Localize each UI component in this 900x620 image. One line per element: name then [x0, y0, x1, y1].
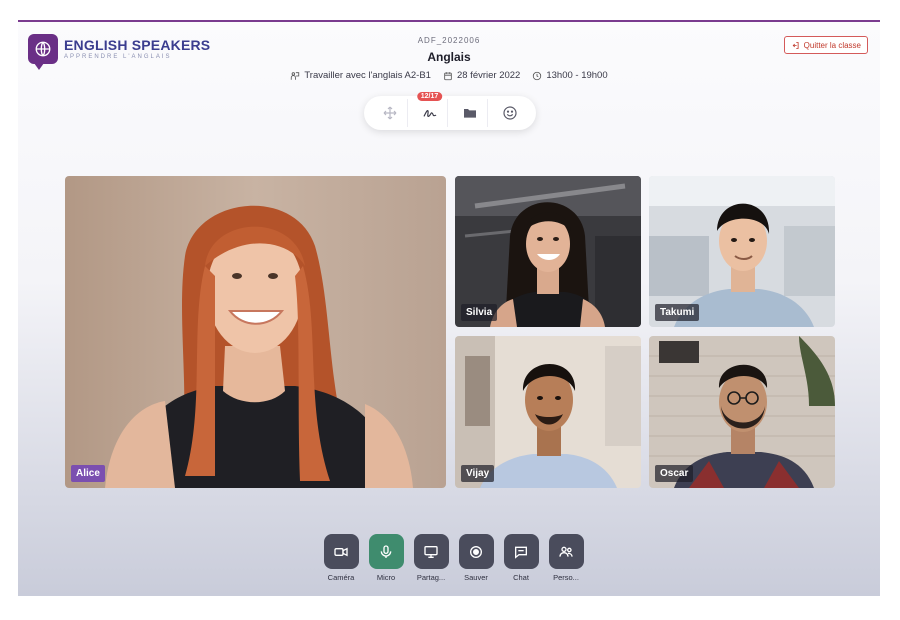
chat-button[interactable]: Chat: [503, 534, 539, 582]
virtual-classroom-window: ENGLISH SPEAKERS APPRENDRE L'ANGLAIS ADF…: [18, 20, 880, 596]
call-controls: Caméra Micro Partag... Sauver Chat Perso…: [323, 534, 584, 582]
microphone-button[interactable]: Micro: [368, 534, 404, 582]
signature-tool-button[interactable]: 12/17: [412, 92, 448, 127]
screen-share-button[interactable]: Partag...: [413, 534, 449, 582]
session-meta: Travailler avec l'anglais A2-B1 28 févri…: [18, 70, 880, 81]
record-icon: [470, 545, 482, 558]
participant-name-tag: Oscar: [655, 465, 694, 482]
screen-share-label: Partag...: [416, 573, 446, 582]
record-button[interactable]: Sauver: [458, 534, 494, 582]
clock-icon: [533, 71, 542, 80]
time-meta: 13h00 - 19h00: [532, 70, 608, 81]
participant-video-feed: [65, 176, 446, 488]
folder-icon: [463, 109, 476, 118]
video-tile-silvia[interactable]: Silvia: [455, 176, 641, 327]
chat-toggle[interactable]: [503, 534, 539, 569]
signature-icon: [422, 110, 436, 117]
quit-class-button[interactable]: Quitter la classe: [783, 36, 868, 54]
quit-class-label: Quitter la classe: [803, 40, 861, 50]
chat-label: Chat: [513, 573, 529, 582]
video-tile-takumi[interactable]: Takumi: [649, 176, 835, 327]
session-subject: Anglais: [427, 50, 471, 64]
smiley-icon: [503, 106, 517, 120]
folder-tool-button[interactable]: [452, 99, 488, 127]
video-tile-oscar[interactable]: Oscar: [649, 336, 835, 488]
participant-name-tag: Vijay: [461, 465, 495, 482]
participant-name-tag: Silvia: [461, 304, 498, 321]
participants-button[interactable]: Perso...: [548, 534, 584, 582]
exit-icon: [792, 41, 799, 49]
participants-toggle[interactable]: [548, 534, 584, 569]
course-meta: Travailler avec l'anglais A2-B1: [290, 70, 431, 81]
session-date: 28 février 2022: [456, 70, 521, 81]
camera-button[interactable]: Caméra: [323, 534, 359, 582]
emoji-tool-button[interactable]: [492, 99, 528, 127]
signature-count-badge: 12/17: [416, 92, 443, 101]
session-time: 13h00 - 19h00: [546, 70, 608, 81]
camera-toggle[interactable]: [323, 534, 359, 569]
chat-icon: [515, 546, 527, 559]
camera-icon: [334, 547, 348, 556]
screen-share-icon: [424, 545, 438, 558]
microphone-label: Micro: [376, 573, 396, 582]
participant-name-tag: Takumi: [655, 304, 700, 321]
tool-pill: 12/17: [364, 92, 536, 130]
course-name: Travailler avec l'anglais A2-B1: [304, 70, 431, 81]
participant-name-tag: Alice: [71, 465, 105, 482]
session-code: ADF_2022006: [417, 36, 481, 45]
move-tool-button[interactable]: [372, 99, 408, 127]
video-tile-vijay[interactable]: Vijay: [455, 336, 641, 488]
microphone-toggle[interactable]: [368, 534, 404, 569]
screen-share-toggle[interactable]: [413, 534, 449, 569]
move-icon: [383, 106, 396, 120]
record-label: Sauver: [464, 573, 488, 582]
people-icon: [559, 546, 573, 557]
video-tile-main[interactable]: Alice: [65, 176, 446, 488]
camera-label: Caméra: [327, 573, 355, 582]
date-meta: 28 février 2022: [443, 70, 520, 81]
record-toggle[interactable]: [458, 534, 494, 569]
participants-label: Perso...: [553, 573, 579, 582]
microphone-icon: [380, 544, 392, 558]
calendar-icon: [444, 71, 452, 80]
session-info: ADF_2022006 Anglais Travailler avec l'an…: [18, 36, 880, 81]
teacher-icon: [291, 71, 300, 80]
